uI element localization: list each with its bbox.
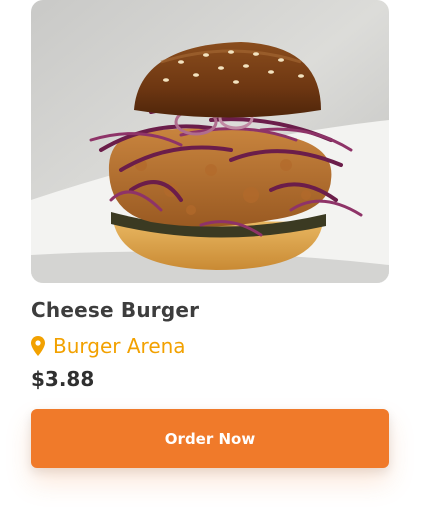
product-price: $3.88 [31, 367, 95, 391]
product-title: Cheese Burger [31, 298, 200, 322]
map-pin-icon [31, 336, 45, 356]
product-card: Cheese Burger Burger Arena $3.88 Order N… [31, 0, 389, 529]
restaurant-location[interactable]: Burger Arena [31, 334, 186, 358]
product-image[interactable] [31, 0, 389, 283]
order-now-button[interactable]: Order Now [31, 409, 389, 468]
restaurant-name: Burger Arena [53, 334, 186, 358]
